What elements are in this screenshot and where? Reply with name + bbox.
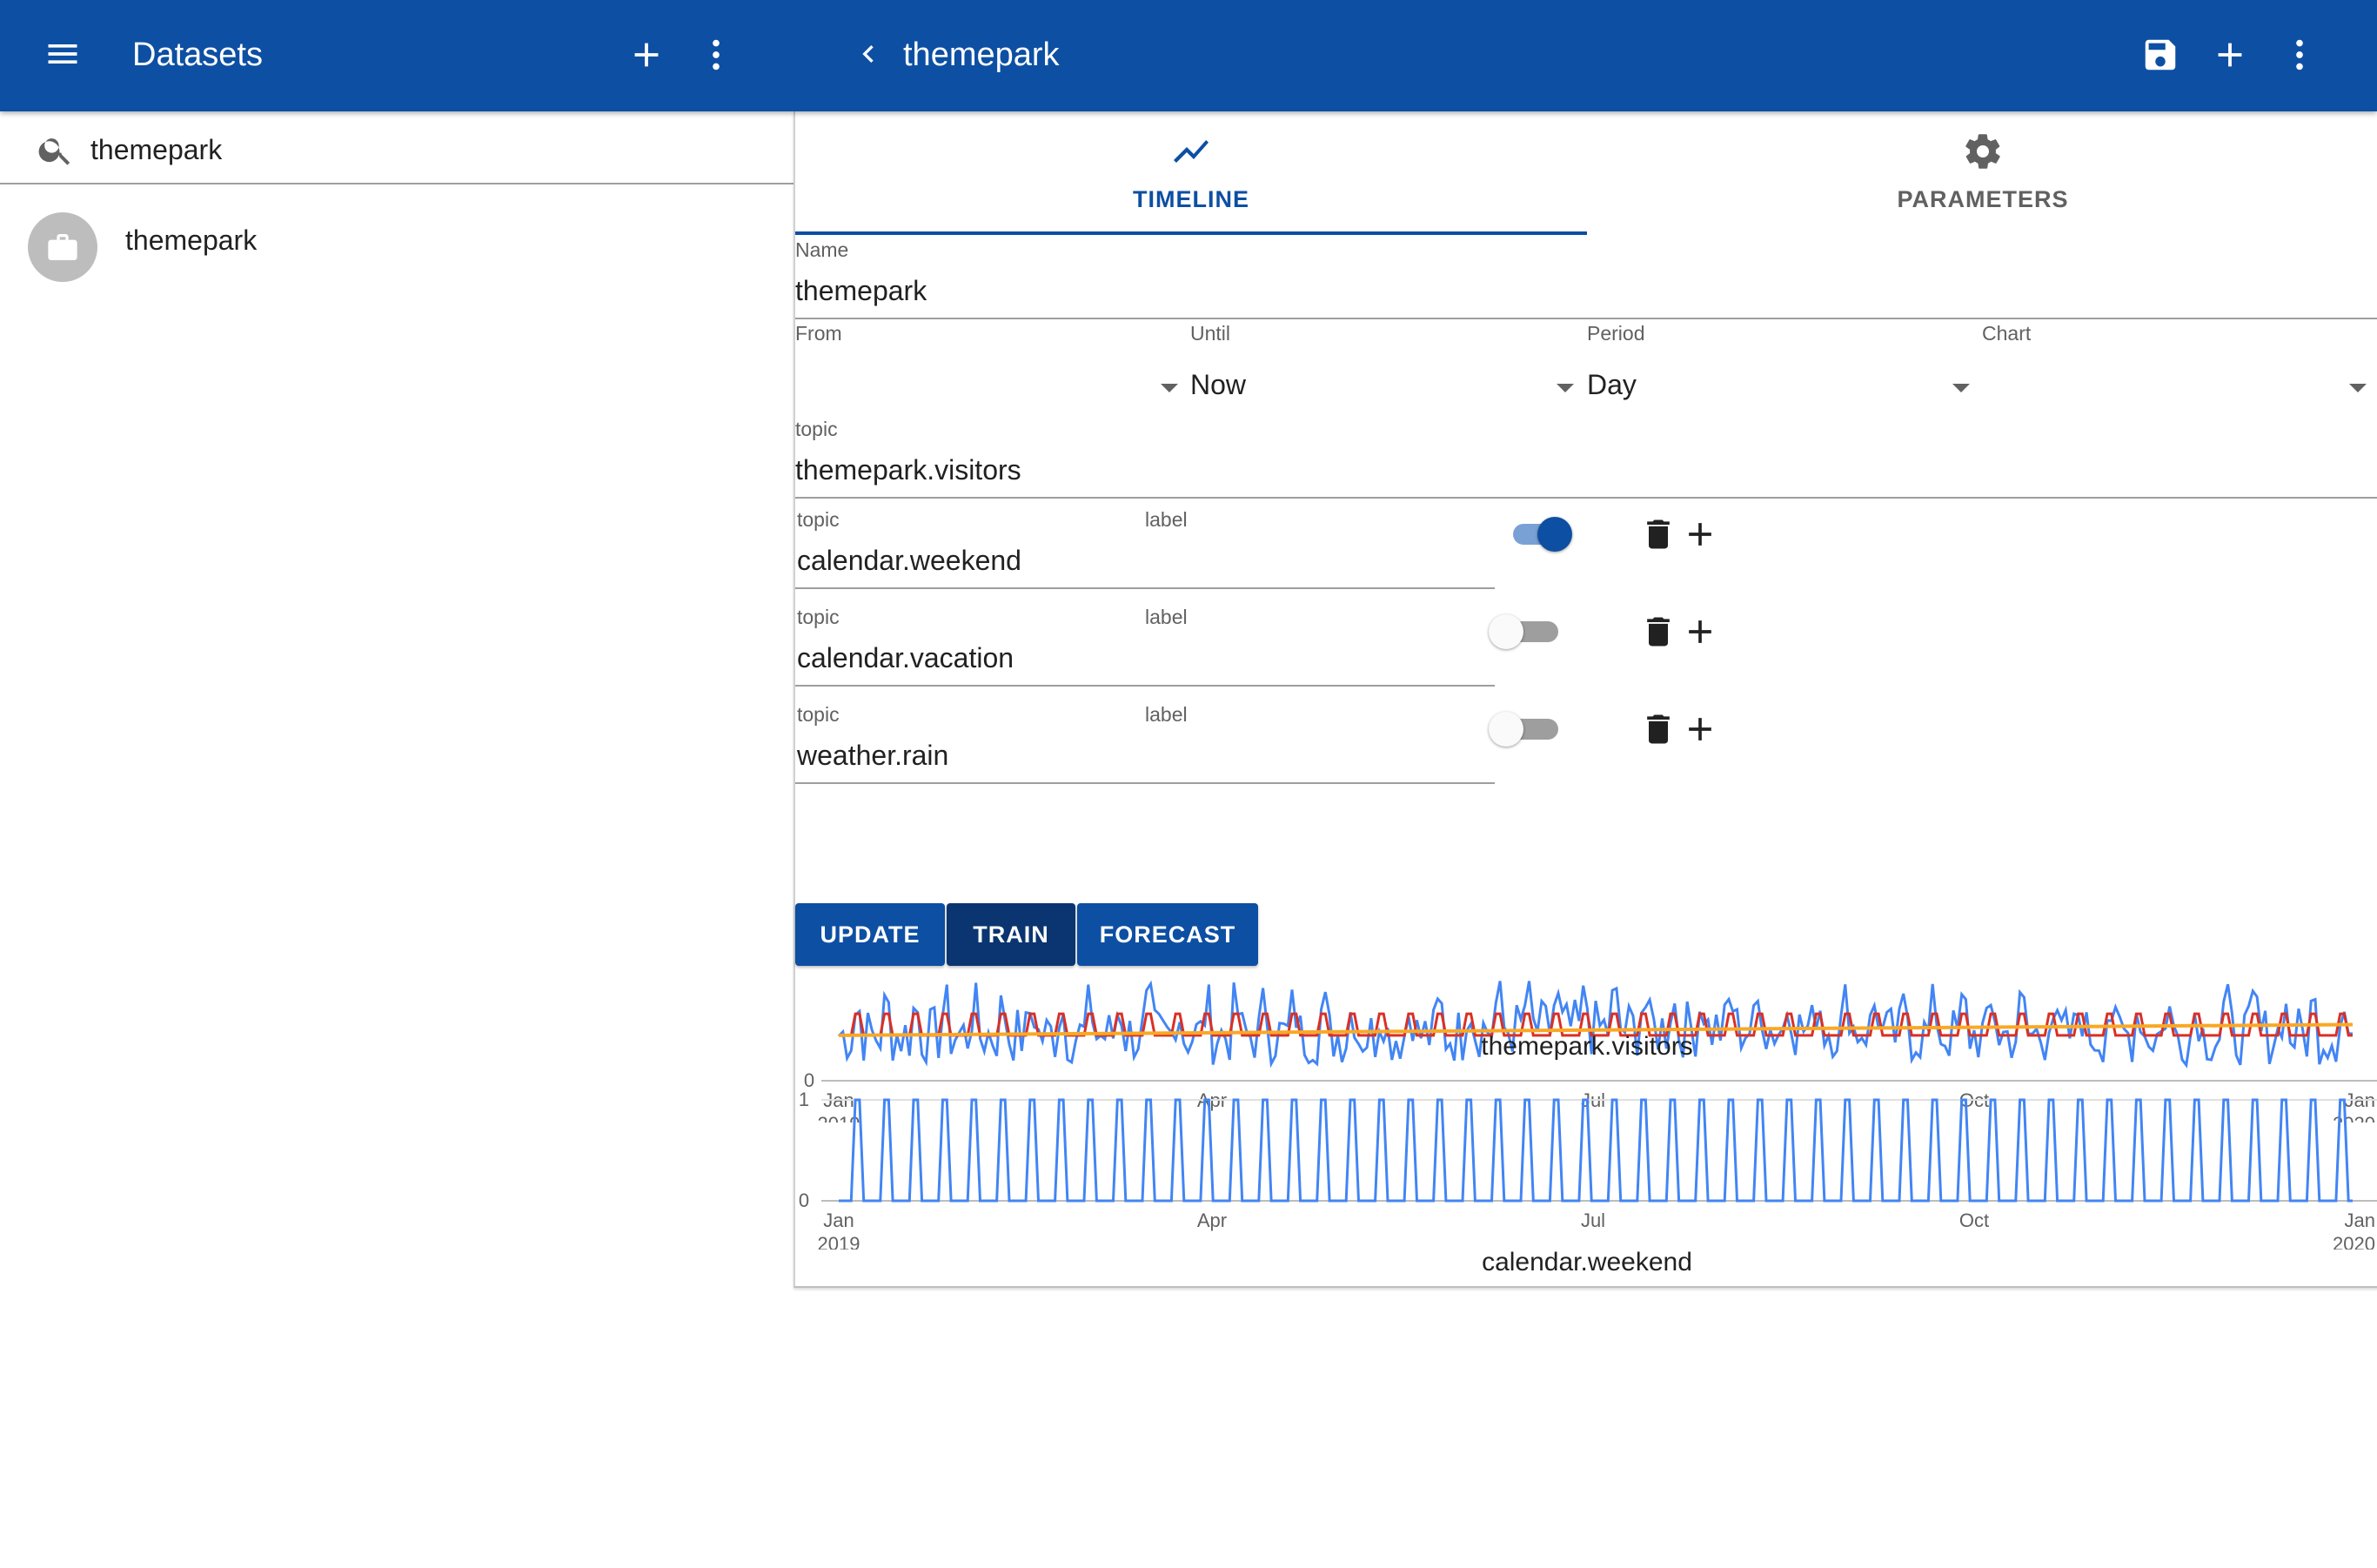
tab-indicator [795,231,1587,235]
update-button[interactable]: UPDATE [795,903,945,966]
delete-regressor-button[interactable] [1639,710,1677,753]
chevron-down-icon[interactable] [1557,384,1574,392]
tab-parameters-label: PARAMETERS [1897,186,2069,212]
dataset-label: themepark [125,224,258,256]
regressor-label-label: label [1145,606,1188,628]
period-select[interactable]: Day [1587,369,1637,401]
divider [795,587,1495,589]
weekend-chart-title: calendar.weekend [1482,1248,1692,1277]
x-tick-label: Oct [1959,1210,1989,1231]
y-tick-label: 1 [799,1089,809,1110]
save-button[interactable] [2140,35,2180,79]
trash-icon [1647,519,1670,549]
toggle-knob [1489,712,1523,747]
tab-timeline-label: TIMELINE [1133,186,1249,212]
dataset-editor: TIMELINE PARAMETERS Name themepark From … [793,111,2377,1288]
from-label: From [795,322,842,345]
topic-label: topic [795,418,838,440]
dataset-title: themepark [903,37,1060,73]
weekend-chart: 10Jan2019Apr Jul Oct Jan2020 [799,1089,2377,1250]
back-button[interactable] [851,37,886,76]
divider [795,782,1495,784]
x-tick-label: Jul [1581,1210,1605,1231]
add-icon [1689,620,1711,643]
visitors-chart-title: themepark.visitors [1481,1032,1693,1061]
add-icon [1689,523,1711,546]
menu-icon[interactable] [44,35,82,77]
trash-icon [1647,617,1670,647]
search-icon [38,138,70,165]
save-icon [2145,39,2176,70]
period-label: Period [1587,322,1645,345]
regressor-topic-field[interactable]: weather.rain [797,740,948,772]
more-vert-icon [2296,39,2303,70]
add-regressor-button[interactable] [1681,710,1719,753]
regressor-toggle[interactable] [1487,708,1565,752]
back-chevron-icon [862,45,874,63]
briefcase-icon [48,234,77,260]
delete-regressor-button[interactable] [1639,613,1677,655]
topic-field[interactable]: themepark.visitors [795,454,1021,486]
more-vert-icon [713,39,720,70]
trash-icon [1647,714,1670,744]
delete-regressor-button[interactable] [1639,515,1677,558]
gear-icon [1965,134,2000,169]
regressor-toggle[interactable] [1487,611,1565,654]
divider [795,497,2377,499]
tab-timeline[interactable]: TIMELINE [795,111,1587,233]
chart-label: Chart [1982,322,2032,345]
add-icon [2218,43,2242,67]
series-line-weekend [839,1098,2353,1203]
chevron-down-icon[interactable] [1952,384,1970,392]
name-field[interactable]: themepark [795,275,927,307]
name-field-label: Name [795,238,849,261]
regressor-toggle[interactable] [1511,513,1590,557]
toggle-knob [1537,517,1572,552]
timeline-icon [1174,140,1209,163]
divider [795,685,1495,687]
list-item-dataset[interactable]: themepark [0,205,793,289]
until-select[interactable]: Now [1190,369,1246,401]
chevron-down-icon[interactable] [2349,384,2367,392]
regressor-topic-field[interactable]: calendar.weekend [797,545,1021,577]
regressor-label-label: label [1145,508,1188,531]
forecast-button[interactable]: FORECAST [1077,903,1258,966]
regressor-topic-label: topic [797,606,840,628]
tab-parameters[interactable]: PARAMETERS [1587,111,2377,233]
toggle-knob [1489,614,1523,649]
x-tick-label: Apr [1197,1210,1227,1231]
train-button[interactable]: TRAIN [947,903,1075,966]
regressor-topic-label: topic [797,508,840,531]
divider [795,318,2377,319]
from-select[interactable] [795,369,1178,404]
dataset-more-button[interactable] [2280,35,2320,79]
add-regressor-button[interactable] [1681,613,1719,655]
regressor-topic-field[interactable]: calendar.vacation [797,642,1014,674]
add-icon [1689,718,1711,740]
x-tick-label: Jan [2345,1210,2375,1231]
add-icon [634,43,659,67]
app-bar: Datasets themepark [0,0,2377,111]
x-tick-label: Jan [823,1210,854,1231]
add-regressor-button[interactable] [1681,515,1719,558]
regressor-label-label: label [1145,703,1188,726]
avatar [28,212,97,282]
regressor-topic-label: topic [797,703,840,726]
datasets-more-button[interactable] [696,35,736,79]
add-series-button[interactable] [2210,35,2250,79]
datasets-title: Datasets [132,37,263,73]
chart-select[interactable] [1982,369,2356,404]
y-tick-label: 0 [799,1189,809,1211]
dataset-search[interactable]: themepark [0,111,793,184]
until-label: Until [1190,322,1231,345]
chevron-down-icon[interactable] [1161,384,1178,392]
add-dataset-button[interactable] [626,35,666,79]
search-input[interactable]: themepark [90,134,222,166]
